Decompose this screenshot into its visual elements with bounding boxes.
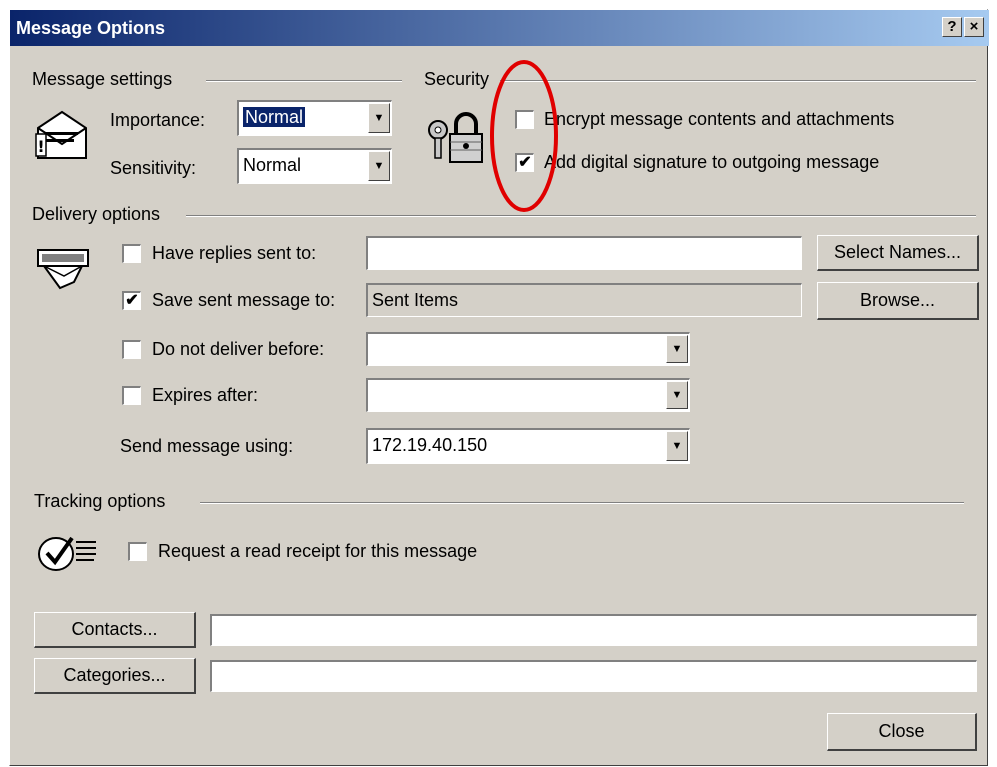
send-using-dropdown[interactable]: 172.19.40.150 [366,428,690,464]
close-button[interactable]: Close [827,713,977,751]
replies-field[interactable] [366,236,802,270]
message-options-dialog: Message Options ? × Message settings ! I… [9,9,989,766]
title-bar[interactable]: Message Options ? × [10,10,989,46]
importance-chevron-down-icon[interactable]: ▼ [368,103,390,133]
sensitivity-chevron-down-icon[interactable]: ▼ [368,151,390,181]
replies-checkbox[interactable] [122,244,141,263]
close-window-button[interactable]: × [964,17,984,37]
delivery-options-group-label: Delivery options [32,204,167,225]
encrypt-label: Encrypt message contents and attachments [544,109,895,129]
help-button[interactable]: ? [942,17,962,37]
read-receipt-label: Request a read receipt for this message [158,541,478,561]
save-sent-folder-field: Sent Items [366,283,802,317]
save-sent-checkbox[interactable]: ✔ [122,291,141,310]
expires-label: Expires after: [152,385,259,405]
lock-key-icon [428,112,483,163]
send-using-label: Send message using: [120,436,294,456]
deliver-before-checkbox[interactable] [122,340,141,359]
expires-chevron-down-icon[interactable]: ▼ [666,381,688,409]
deliver-before-chevron-down-icon[interactable]: ▼ [666,335,688,363]
sensitivity-label: Sensitivity: [110,158,197,178]
message-settings-divider [206,80,402,82]
sign-label: Add digital signature to outgoing messag… [544,152,880,172]
sensitivity-value: Normal [243,155,302,175]
deliver-before-field[interactable] [366,332,690,366]
browse-button[interactable]: Browse... [817,282,979,320]
tracking-options-divider [200,502,964,504]
tracking-options-group-label: Tracking options [34,491,172,512]
security-divider [500,80,976,82]
message-flag-icon: ! [35,110,87,159]
window-title: Message Options [16,18,166,38]
deliver-before-label: Do not deliver before: [152,339,325,359]
expires-field[interactable] [366,378,690,412]
importance-label: Importance: [110,110,206,130]
send-using-chevron-down-icon[interactable]: ▼ [666,431,688,461]
delivery-options-divider [186,215,976,217]
send-using-value: 172.19.40.150 [372,435,488,455]
highlight-ellipse [490,60,558,212]
save-sent-label: Save sent message to: [152,290,336,310]
svg-text:!: ! [37,137,44,156]
delivery-envelope-icon [37,249,89,290]
read-receipt-checkbox[interactable] [128,542,147,561]
contacts-field[interactable] [210,614,977,646]
categories-button[interactable]: Categories... [34,658,196,694]
read-receipt-checkmark-icon [38,536,96,571]
importance-value: Normal [241,106,307,128]
message-settings-group-label: Message settings [32,69,179,90]
expires-checkbox[interactable] [122,386,141,405]
categories-field[interactable] [210,660,977,692]
replies-label: Have replies sent to: [152,243,317,263]
contacts-button[interactable]: Contacts... [34,612,196,648]
select-names-button[interactable]: Select Names... [817,235,979,271]
